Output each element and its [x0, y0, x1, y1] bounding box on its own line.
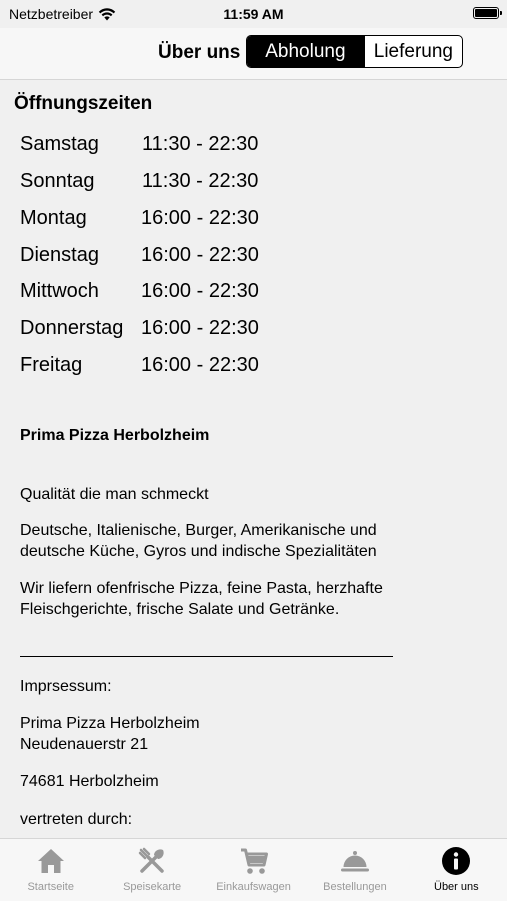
restaurant-name: Prima Pizza Herbolzheim	[20, 427, 210, 444]
clock: 11:59 AM	[223, 6, 284, 22]
utensils-icon	[138, 847, 164, 873]
hours-row: Freitag 16:00 - 22:30	[20, 354, 320, 384]
hours-time: 11:30 - 22:30	[142, 170, 259, 192]
tab-label: Startseite	[27, 881, 74, 893]
cuisine-description: Deutsche, Italienische, Burger, Amerikan…	[20, 522, 377, 560]
nav-bar: Über uns Abholung Lieferung	[0, 28, 507, 80]
tab-ueber-uns[interactable]: Über uns	[406, 839, 507, 901]
tab-bestellungen[interactable]: Bestellungen	[304, 839, 405, 901]
hours-day: Freitag	[20, 354, 83, 376]
segment-lieferung[interactable]: Lieferung	[363, 36, 462, 67]
page-title: Über uns	[158, 42, 241, 63]
home-icon	[37, 849, 64, 873]
hours-time: 16:00 - 22:30	[141, 207, 259, 229]
imprint-company: Prima Pizza Herbolzheim	[20, 715, 200, 732]
opening-hours-title: Öffnungszeiten	[14, 93, 153, 114]
imprint-heading: Imprsessum:	[20, 678, 112, 695]
tab-label: Einkaufswagen	[216, 881, 291, 893]
hours-row: Samstag 11:30 - 22:30	[20, 133, 320, 163]
about-content[interactable]: Öffnungszeiten Samstag 11:30 - 22:30 Son…	[0, 80, 507, 838]
hours-day: Dienstag	[20, 244, 99, 266]
hours-time: 16:00 - 22:30	[141, 244, 259, 266]
tab-startseite[interactable]: Startseite	[0, 839, 101, 901]
segment-abholung[interactable]: Abholung	[247, 36, 364, 67]
tab-bar: Startseite Speisekarte Einkaufswagen Bes…	[0, 838, 507, 901]
hours-time: 11:30 - 22:30	[142, 133, 259, 155]
hours-day: Mittwoch	[20, 280, 99, 302]
tab-label: Bestellungen	[323, 881, 387, 893]
order-mode-segmented-control: Abholung Lieferung	[246, 35, 463, 68]
slogan: Qualität die man schmeckt	[20, 486, 209, 503]
status-bar: Netzbetreiber 11:59 AM	[0, 0, 507, 28]
delivery-description: Wir liefern ofenfrische Pizza, feine Pas…	[20, 580, 383, 618]
tab-einkaufswagen[interactable]: Einkaufswagen	[203, 839, 304, 901]
hours-row: Montag 16:00 - 22:30	[20, 207, 320, 237]
hours-row: Donnerstag 16:00 - 22:30	[20, 317, 320, 347]
imprint-street: Neudenauerstr 21	[20, 736, 149, 753]
hours-row: Sonntag 11:30 - 22:30	[20, 170, 320, 200]
tab-label: Speisekarte	[123, 881, 182, 893]
hours-time: 16:00 - 22:30	[141, 280, 259, 302]
hours-day: Donnerstag	[20, 317, 124, 339]
hours-row: Mittwoch 16:00 - 22:30	[20, 280, 320, 310]
battery-icon	[473, 7, 502, 19]
hours-time: 16:00 - 22:30	[141, 354, 259, 376]
hours-time: 16:00 - 22:30	[141, 317, 259, 339]
hours-day: Sonntag	[20, 170, 95, 192]
tab-speisekarte[interactable]: Speisekarte	[101, 839, 202, 901]
cart-icon	[240, 848, 268, 874]
divider	[20, 656, 393, 657]
hours-day: Samstag	[20, 133, 99, 155]
imprint-city: 74681 Herbolzheim	[20, 773, 159, 790]
hours-day: Montag	[20, 207, 87, 229]
hours-row: Dienstag 16:00 - 22:30	[20, 244, 320, 274]
info-icon	[442, 847, 471, 875]
cloche-icon	[340, 851, 369, 872]
imprint-represented: vertreten durch:	[20, 811, 133, 828]
tab-label: Über uns	[434, 881, 479, 893]
